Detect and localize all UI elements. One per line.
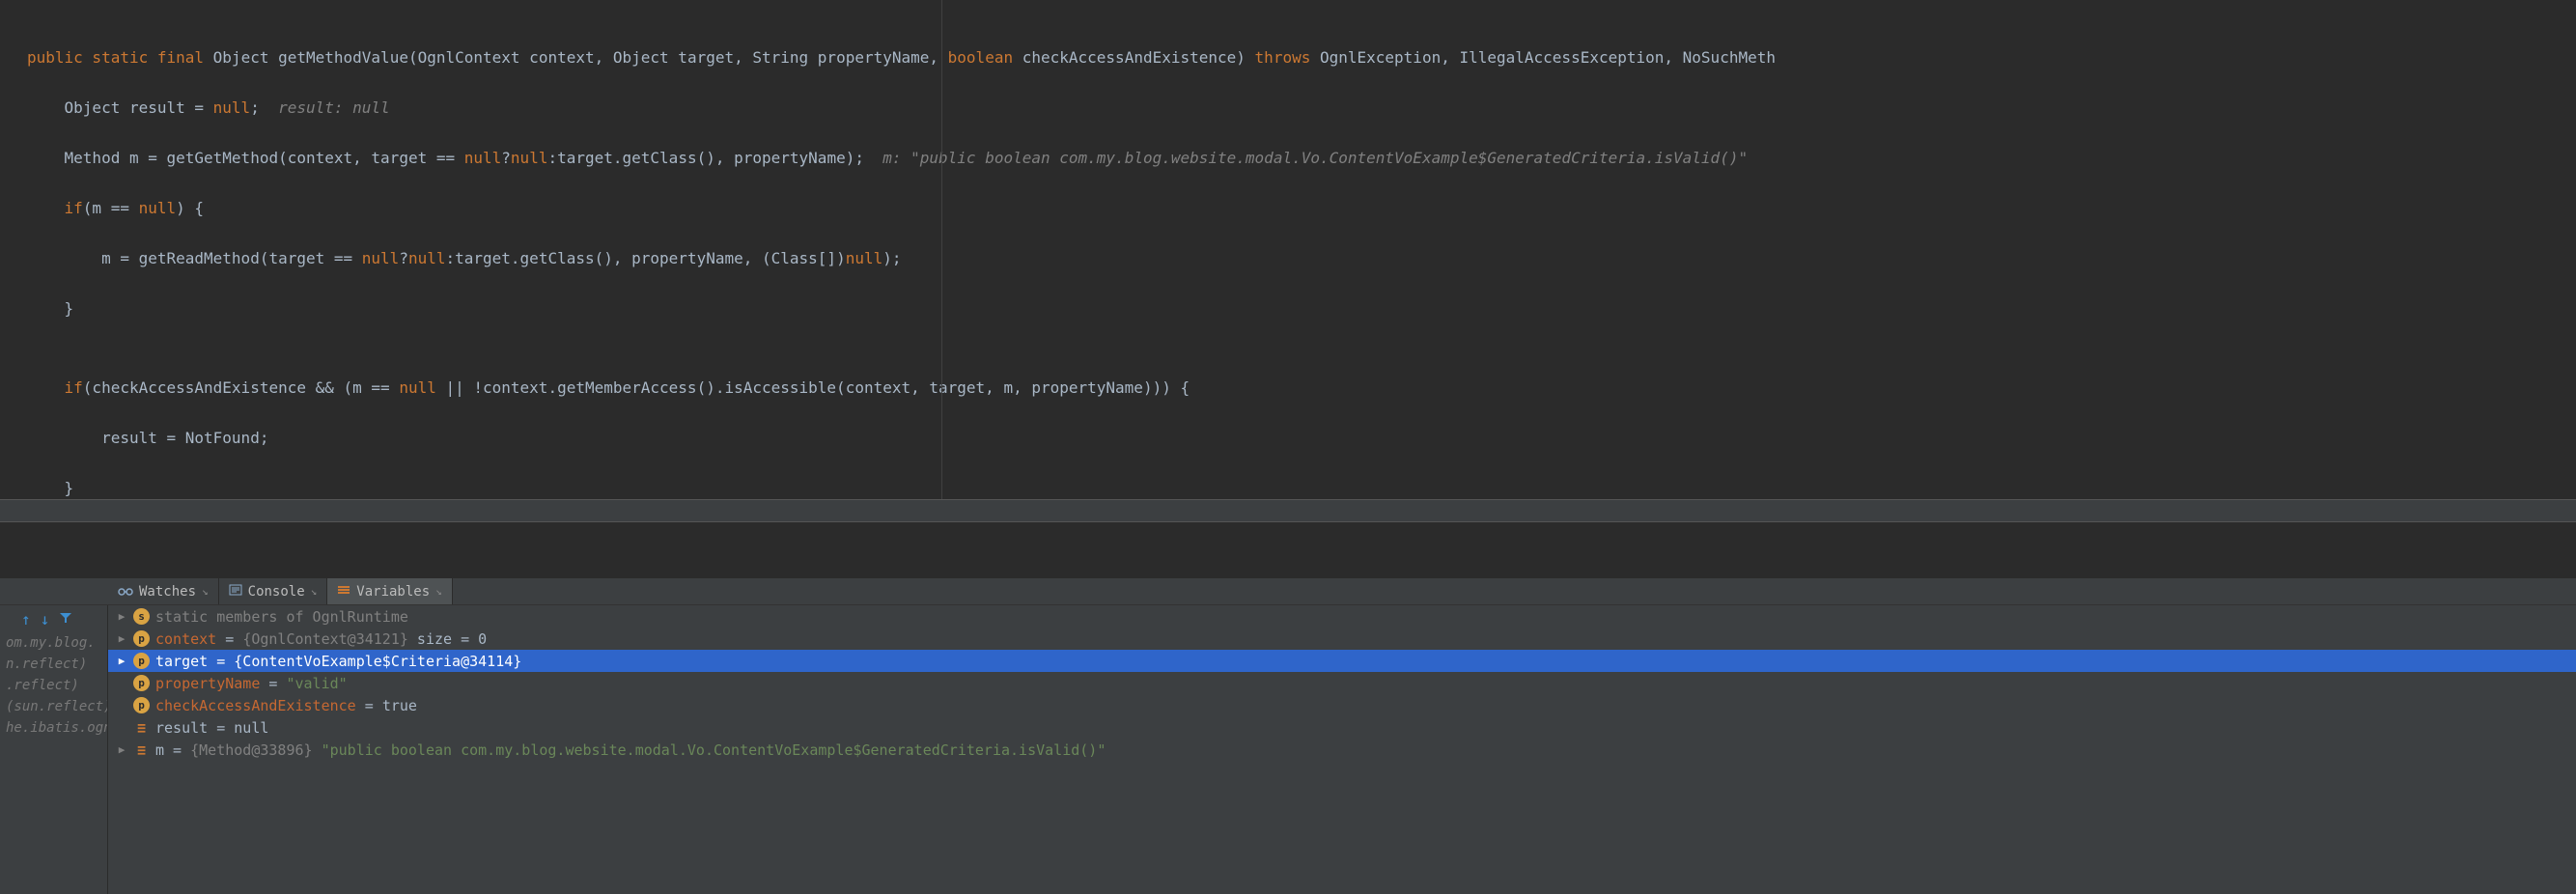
frame-item[interactable]: .reflect) [0,675,107,696]
frame-item[interactable]: n.reflect) [0,654,107,675]
code-line: } [0,298,2576,320]
code-line: } [0,478,2576,499]
code-line: public static final Object getMethodValu… [0,47,2576,69]
variable-row-static[interactable]: ▶ s static members of OgnlRuntime [108,605,2576,628]
filter-icon[interactable] [59,610,72,629]
tab-console[interactable]: Console ↘ [219,578,328,604]
tab-watches[interactable]: Watches ↘ [108,578,219,604]
code-line: m = getReadMethod(target == null?null:ta… [0,248,2576,269]
variable-row-m[interactable]: ▶ ≡ m = {Method@33896} "public boolean c… [108,739,2576,761]
pin-icon: ↘ [435,585,442,598]
code-line: Object result = null; result: null [0,98,2576,119]
param-badge-icon: p [133,653,150,669]
frame-down-icon[interactable]: ↓ [41,610,50,629]
frame-up-icon[interactable]: ↑ [21,610,31,629]
variable-row-context[interactable]: ▶ p context = {OgnlContext@34121} size =… [108,628,2576,650]
code-editor[interactable]: public static final Object getMethodValu… [0,0,2576,499]
console-icon [229,584,242,600]
margin-guide [941,0,942,499]
variable-row-result[interactable]: ▶ ≡ result = null [108,716,2576,739]
param-badge-icon: p [133,697,150,713]
blank-strip [0,522,2576,578]
debug-panel: ↑ ↓ om.my.blog. n.reflect) .reflect) (su… [0,605,2576,894]
panel-separator[interactable] [0,499,2576,522]
tab-label: Console [248,584,305,600]
pin-icon: ↘ [311,585,318,598]
variables-icon [337,584,350,600]
code-line: if(checkAccessAndExistence && (m == null… [0,377,2576,399]
param-badge-icon: p [133,675,150,691]
expand-icon[interactable]: ▶ [116,610,127,623]
variable-row-propertyname[interactable]: ▶ p propertyName = "valid" [108,672,2576,694]
variable-row-checkaccess[interactable]: ▶ p checkAccessAndExistence = true [108,694,2576,716]
expand-icon[interactable]: ▶ [116,743,127,756]
frame-item[interactable]: he.ibatis.ognl [0,717,107,739]
tab-variables[interactable]: Variables ↘ [327,578,452,604]
local-var-icon: ≡ [133,741,150,758]
frame-item[interactable]: om.my.blog. [0,632,107,654]
variables-tree[interactable]: ▶ s static members of OgnlRuntime ▶ p co… [108,605,2576,894]
static-badge-icon: s [133,608,150,625]
expand-icon[interactable]: ▶ [116,655,127,667]
debug-tabs: Watches ↘ Console ↘ Variables ↘ [0,578,2576,605]
tab-label: Watches [139,584,196,600]
code-line: Method m = getGetMethod(context, target … [0,148,2576,169]
frames-column: ↑ ↓ om.my.blog. n.reflect) .reflect) (su… [0,605,108,894]
tab-label: Variables [356,584,430,600]
watches-icon [118,584,133,600]
code-line: result = NotFound; [0,428,2576,449]
param-badge-icon: p [133,630,150,647]
frame-item[interactable]: (sun.reflect) [0,696,107,717]
local-var-icon: ≡ [133,719,150,736]
frames-toolbar: ↑ ↓ [0,605,107,632]
expand-icon[interactable]: ▶ [116,632,127,645]
variable-row-target[interactable]: ▶ p target = {ContentVoExample$Criteria@… [108,650,2576,672]
code-line: if(m == null) { [0,198,2576,219]
pin-icon: ↘ [202,585,209,598]
